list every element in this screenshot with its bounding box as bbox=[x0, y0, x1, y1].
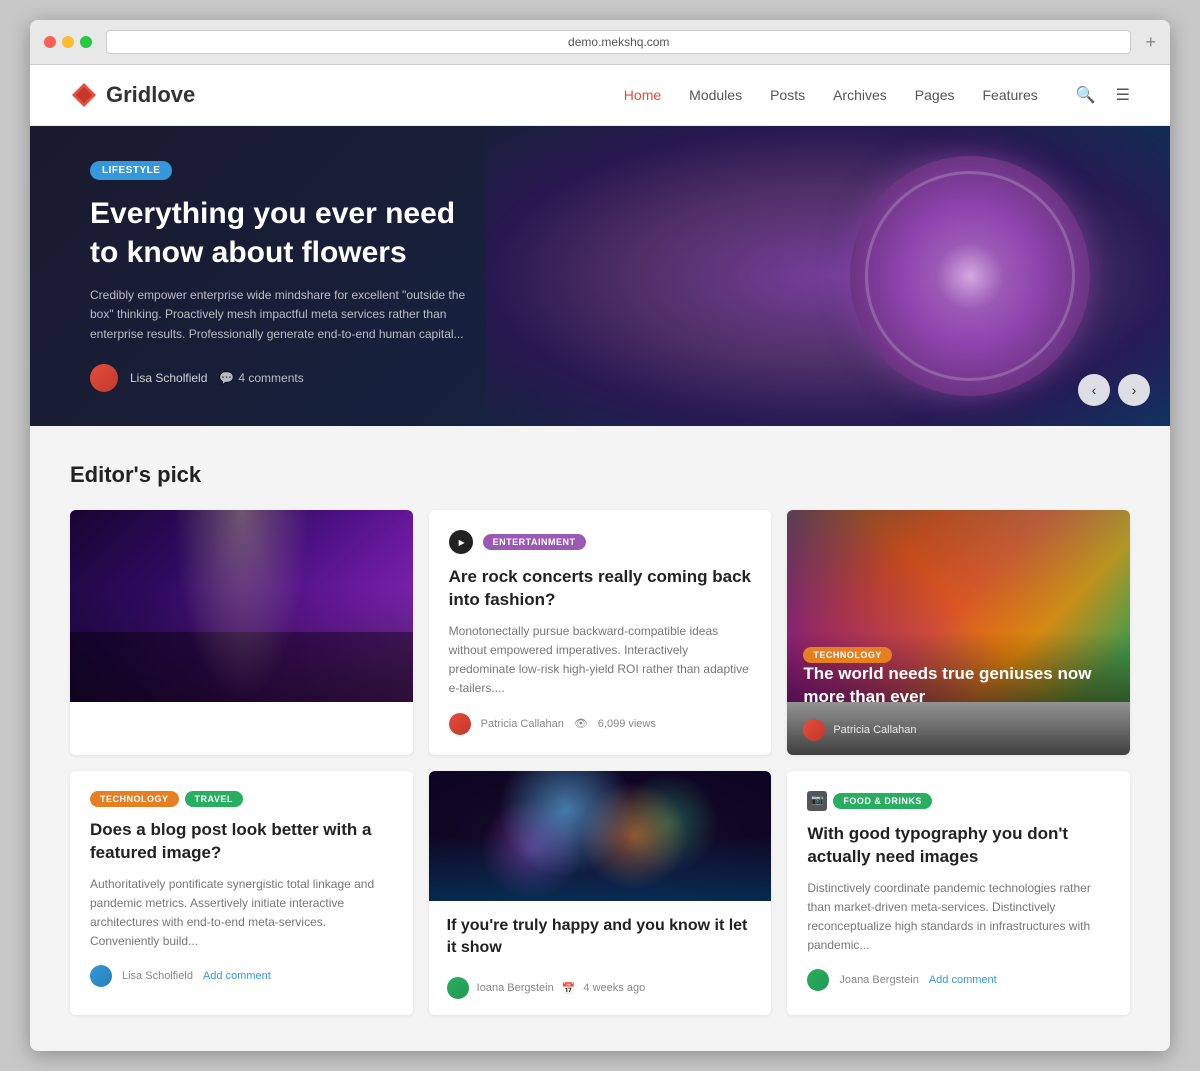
site-header: Gridlove Home Modules Posts Archives Pag… bbox=[30, 65, 1170, 126]
camera-icon: 📷 bbox=[807, 791, 827, 811]
blog-post-card[interactable]: Technology Travel Does a blog post look … bbox=[70, 771, 413, 1016]
typography-card[interactable]: 📷 Food & Drinks With good typography you… bbox=[787, 771, 1130, 1016]
menu-icon[interactable]: ☰ bbox=[1116, 85, 1130, 105]
blog-post-excerpt: Authoritatively pontificate synergistic … bbox=[90, 875, 393, 952]
rock-concerts-card[interactable]: Entertainment Are rock concerts really c… bbox=[429, 510, 772, 755]
hero-next-button[interactable]: › bbox=[1118, 374, 1150, 406]
hero-comments: 💬 4 comments bbox=[219, 371, 303, 385]
geniuses-author: Patricia Callahan bbox=[833, 724, 916, 736]
hero-meta: Lisa Scholfield 💬 4 comments bbox=[90, 364, 490, 392]
blog-post-avatar bbox=[90, 965, 112, 987]
close-dot[interactable] bbox=[44, 36, 56, 48]
rock-concerts-views: 6,099 views bbox=[598, 718, 656, 730]
hero-section: Lifestyle Everything you ever need to kn… bbox=[30, 126, 1170, 426]
rock-concerts-meta: Patricia Callahan 👁 6,099 views bbox=[449, 713, 752, 735]
nav-features[interactable]: Features bbox=[982, 87, 1037, 103]
rock-concerts-avatar bbox=[449, 713, 471, 735]
happy-title: If you're truly happy and you know it le… bbox=[429, 901, 772, 960]
blog-post-title: Does a blog post look better with a feat… bbox=[90, 819, 393, 865]
minimize-dot[interactable] bbox=[62, 36, 74, 48]
play-icon[interactable] bbox=[449, 530, 473, 554]
technology-tag[interactable]: Technology bbox=[803, 647, 892, 663]
typography-excerpt: Distinctively coordinate pandemic techno… bbox=[807, 879, 1110, 956]
editors-grid: Entertainment Are rock concerts really c… bbox=[70, 510, 1130, 1015]
add-comment-link[interactable]: Add comment bbox=[203, 970, 271, 982]
hero-badge[interactable]: Lifestyle bbox=[90, 161, 172, 180]
happy-avatar bbox=[447, 977, 469, 999]
address-bar[interactable]: demo.mekshq.com bbox=[106, 30, 1131, 54]
nav-icons: 🔍 ☰ bbox=[1076, 85, 1130, 105]
rock-concerts-author: Patricia Callahan bbox=[481, 718, 564, 730]
nav-home[interactable]: Home bbox=[624, 87, 661, 103]
concert-crowd bbox=[70, 632, 413, 702]
nav-modules[interactable]: Modules bbox=[689, 87, 742, 103]
eye-icon: 👁 bbox=[574, 717, 588, 730]
blog-post-tags: Technology Travel bbox=[90, 791, 393, 807]
site: Gridlove Home Modules Posts Archives Pag… bbox=[30, 65, 1170, 1051]
food-drinks-tag[interactable]: Food & Drinks bbox=[833, 793, 932, 809]
blog-post-meta: Lisa Scholfield Add comment bbox=[90, 965, 393, 987]
rock-concerts-title: Are rock concerts really coming back int… bbox=[449, 566, 752, 612]
hero-author-name: Lisa Scholfield bbox=[130, 371, 207, 385]
main-content: Editor's pick Entertainment Are rock con… bbox=[30, 426, 1170, 1051]
hero-prev-button[interactable]: ‹ bbox=[1078, 374, 1110, 406]
nav-posts[interactable]: Posts bbox=[770, 87, 805, 103]
typography-meta: Joana Bergstein Add comment bbox=[807, 969, 1110, 991]
entertainment-tag[interactable]: Entertainment bbox=[483, 534, 586, 550]
browser-window: demo.mekshq.com + Gridlove Home Modules … bbox=[30, 20, 1170, 1051]
happy-card[interactable]: If you're truly happy and you know it le… bbox=[429, 771, 772, 1016]
geniuses-title: The world needs true geniuses now more t… bbox=[803, 663, 1114, 709]
happy-time: 4 weeks ago bbox=[583, 982, 645, 994]
concert-image bbox=[70, 510, 413, 702]
typography-author: Joana Bergstein bbox=[839, 974, 919, 986]
logo[interactable]: Gridlove bbox=[70, 81, 195, 109]
concert-image-card[interactable] bbox=[70, 510, 413, 755]
geniuses-avatar bbox=[803, 719, 825, 741]
happy-meta: Ioana Bergstein 📅 4 weeks ago bbox=[429, 969, 772, 1015]
happy-author: Ioana Bergstein bbox=[477, 982, 554, 994]
hero-title: Everything you ever need to know about f… bbox=[90, 194, 490, 272]
browser-chrome: demo.mekshq.com + bbox=[30, 20, 1170, 65]
hero-navigation: ‹ › bbox=[1078, 374, 1150, 406]
typography-tag-wrap: 📷 Food & Drinks bbox=[807, 791, 1110, 811]
logo-text: Gridlove bbox=[106, 82, 195, 108]
logo-icon bbox=[70, 81, 98, 109]
blog-post-author: Lisa Scholfield bbox=[122, 970, 193, 982]
maximize-dot[interactable] bbox=[80, 36, 92, 48]
geniuses-overlay: Technology The world needs true geniuses… bbox=[787, 631, 1130, 755]
travel-tag[interactable]: Travel bbox=[185, 791, 243, 807]
hero-flower-image bbox=[850, 156, 1090, 396]
technology-tag-2[interactable]: Technology bbox=[90, 791, 179, 807]
hero-excerpt: Credibly empower enterprise wide mindsha… bbox=[90, 286, 490, 344]
geniuses-meta: Patricia Callahan bbox=[803, 719, 1114, 741]
browser-dots bbox=[44, 36, 92, 48]
calendar-icon: 📅 bbox=[562, 982, 576, 995]
typography-avatar bbox=[807, 969, 829, 991]
editors-pick-title: Editor's pick bbox=[70, 462, 1130, 488]
fireworks-image bbox=[429, 771, 772, 901]
nav-pages[interactable]: Pages bbox=[915, 87, 955, 103]
card-header: Entertainment bbox=[449, 530, 752, 554]
site-nav: Home Modules Posts Archives Pages Featur… bbox=[624, 85, 1130, 105]
hero-author-avatar bbox=[90, 364, 118, 392]
geniuses-card[interactable]: Technology The world needs true geniuses… bbox=[787, 510, 1130, 755]
rock-concerts-excerpt: Monotonectally pursue backward-compatibl… bbox=[449, 622, 752, 699]
search-icon[interactable]: 🔍 bbox=[1076, 85, 1096, 105]
comment-icon: 💬 bbox=[219, 371, 234, 385]
typography-title: With good typography you don't actually … bbox=[807, 823, 1110, 869]
new-tab-button[interactable]: + bbox=[1145, 32, 1156, 53]
typography-add-comment[interactable]: Add comment bbox=[929, 974, 997, 986]
nav-archives[interactable]: Archives bbox=[833, 87, 887, 103]
hero-comments-text: 4 comments bbox=[238, 371, 303, 385]
hero-content: Lifestyle Everything you ever need to kn… bbox=[30, 126, 550, 426]
